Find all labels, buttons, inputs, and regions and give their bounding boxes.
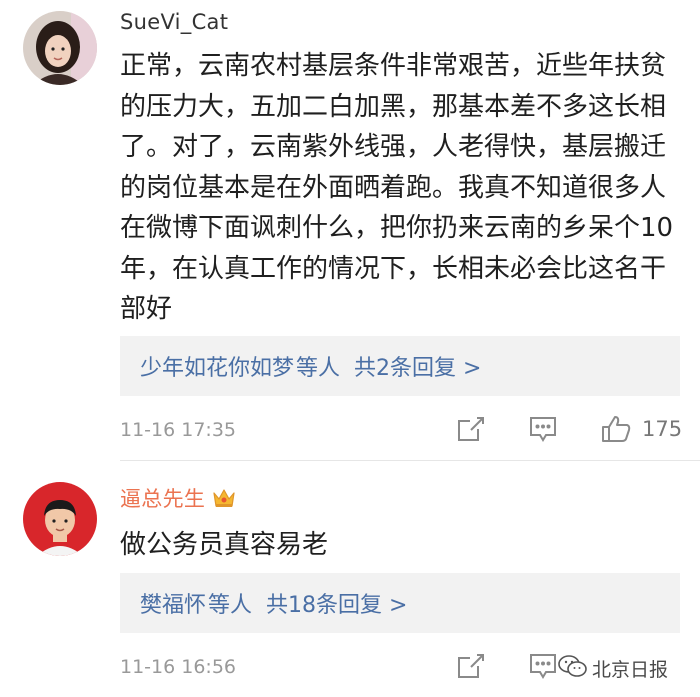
thumbs-up-icon bbox=[600, 414, 632, 444]
replies-link[interactable]: 少年如花你如梦 等人 共2条回复 > bbox=[120, 336, 680, 396]
like-count: 175 bbox=[642, 417, 683, 441]
username[interactable]: SueVi_Cat bbox=[120, 10, 228, 34]
watermark: 北京日报 bbox=[558, 654, 668, 683]
timestamp: 11-16 17:35 bbox=[120, 419, 237, 441]
wechat-logo-icon bbox=[558, 654, 588, 683]
share-button[interactable] bbox=[456, 652, 490, 680]
reply-suffix: 等人 bbox=[296, 356, 341, 381]
comment-button[interactable] bbox=[528, 652, 562, 680]
comment-bubble-icon bbox=[528, 652, 558, 680]
share-icon bbox=[456, 652, 486, 680]
username-row: 逼总先生 bbox=[120, 483, 237, 513]
reply-users: 少年如花你如梦 bbox=[140, 356, 295, 381]
avatar[interactable] bbox=[23, 11, 97, 85]
watermark-text: 北京日报 bbox=[592, 659, 669, 681]
replies-link[interactable]: 樊福怀 等人 共18条回复 > bbox=[120, 573, 680, 633]
share-icon bbox=[456, 415, 486, 443]
comment-text: 做公务员真容易老 bbox=[120, 530, 329, 560]
timestamp: 11-16 16:56 bbox=[120, 656, 237, 678]
reply-users: 樊福怀 bbox=[140, 593, 207, 618]
comment-text: 正常，云南农村基层条件非常艰苦，近些年扶贫的压力大，五加二白加黑，那基本差不多这… bbox=[120, 51, 674, 324]
like-button[interactable]: 175 bbox=[600, 414, 682, 444]
comment-button[interactable] bbox=[528, 415, 562, 443]
reply-count: 共18条回复 > bbox=[266, 593, 408, 618]
reply-count: 共2条回复 > bbox=[354, 356, 482, 381]
comment-bubble-icon bbox=[528, 415, 558, 443]
comment-actions: 175 bbox=[456, 414, 682, 444]
comment-item: SueVi_Cat 正常，云南农村基层条件非常艰苦，近些年扶贫的压力大，五加二白… bbox=[0, 0, 700, 460]
comment-actions bbox=[456, 652, 562, 680]
share-button[interactable] bbox=[456, 415, 490, 443]
divider bbox=[120, 460, 700, 461]
vip-crown-icon bbox=[211, 486, 237, 510]
avatar[interactable] bbox=[23, 482, 97, 556]
reply-suffix: 等人 bbox=[208, 593, 253, 618]
username[interactable]: 逼总先生 bbox=[120, 483, 205, 513]
